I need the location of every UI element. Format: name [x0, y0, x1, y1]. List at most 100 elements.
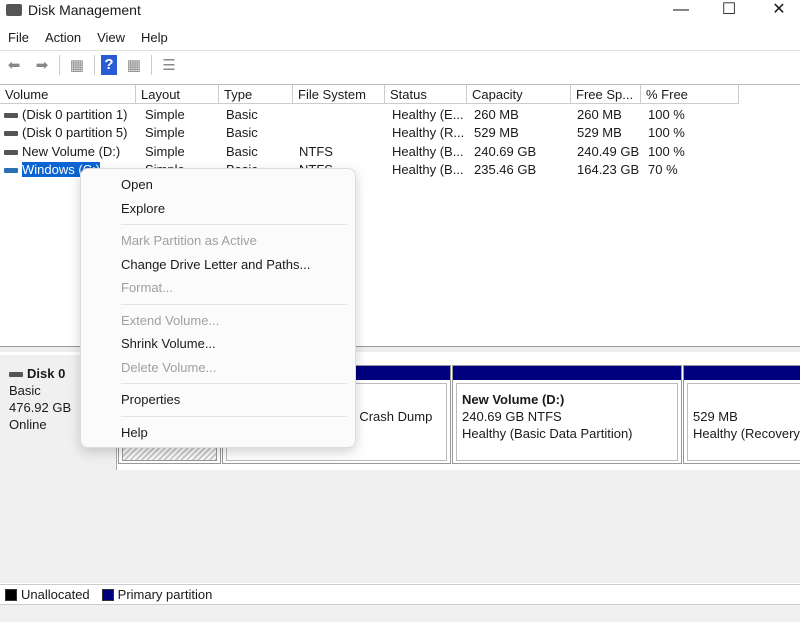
menu-action[interactable]: Action: [37, 28, 89, 48]
menu-separator: [121, 224, 347, 225]
menu-file[interactable]: File: [0, 28, 37, 48]
menu-item-properties[interactable]: Properties: [81, 388, 355, 412]
properties-list-icon[interactable]: ☰: [158, 55, 180, 75]
legend: Unallocated Primary partition: [0, 584, 800, 604]
column-header-status[interactable]: Status: [385, 85, 467, 104]
cell-layout: Simple: [145, 106, 185, 124]
cell-percent-free: 100 %: [648, 106, 685, 124]
cell-text: Basic: [226, 107, 258, 122]
menu-item-extend-volume: Extend Volume...: [81, 309, 355, 333]
menu-item-explore[interactable]: Explore: [81, 197, 355, 221]
cell-text: 235.46 GB: [474, 162, 536, 177]
minimize-button[interactable]: —: [658, 0, 704, 22]
partition-new-volume-d[interactable]: New Volume (D:) 240.69 GB NTFS Healthy (…: [452, 365, 682, 464]
disk-management-icon: [6, 4, 22, 16]
title-bar: Disk Management — ☐ ✕: [0, 0, 800, 24]
status-bar: [0, 604, 800, 622]
cell-status: Healthy (R...: [392, 124, 464, 142]
menu-bar: File Action View Help: [0, 28, 176, 48]
cell-status: Healthy (B...: [392, 143, 464, 161]
back-arrow-icon[interactable]: ⬅: [3, 55, 25, 75]
volume-icon: [4, 113, 18, 118]
unallocated-swatch: [5, 589, 17, 601]
cell-percent-free: 70 %: [648, 161, 678, 179]
column-header-volume[interactable]: Volume: [0, 85, 136, 104]
volume-icon: [4, 131, 18, 136]
volume-icon: [4, 150, 18, 155]
cell-text: 100 %: [648, 125, 685, 140]
maximize-button[interactable]: ☐: [706, 0, 752, 22]
cell-text: NTFS: [299, 144, 333, 159]
cell-file-system: NTFS: [299, 143, 333, 161]
cell-volume: New Volume (D:): [4, 143, 120, 161]
cell-text: 260 MB: [577, 107, 622, 122]
volume-icon: [4, 168, 18, 173]
column-header-free-space[interactable]: Free Sp...: [571, 85, 641, 104]
column-header-file-system[interactable]: File System: [293, 85, 385, 104]
cell-text: 240.69 GB: [474, 144, 536, 159]
cell-text: Healthy (B...: [392, 144, 464, 159]
cell-capacity: 235.46 GB: [474, 161, 536, 179]
cell-capacity: 529 MB: [474, 124, 519, 142]
forward-arrow-icon[interactable]: ➡: [31, 55, 53, 75]
menu-item-delete-volume: Delete Volume...: [81, 356, 355, 380]
cell-text: 240.49 GB: [577, 144, 639, 159]
cell-capacity: 260 MB: [474, 106, 519, 124]
toolbar-separator: [151, 55, 152, 75]
column-header-capacity[interactable]: Capacity: [467, 85, 571, 104]
menu-item-format: Format...: [81, 276, 355, 300]
toolbar-separator: [94, 55, 95, 75]
cell-text: (Disk 0 partition 5): [22, 125, 127, 140]
cell-status: Healthy (E...: [392, 106, 464, 124]
partition-recovery[interactable]: 529 MB Healthy (Recovery Partition): [683, 365, 800, 464]
partition-size: 240.69 GB NTFS: [462, 408, 672, 425]
menu-view[interactable]: View: [89, 28, 133, 48]
cell-free-space: 260 MB: [577, 106, 622, 124]
cell-volume: (Disk 0 partition 5): [4, 124, 127, 142]
cell-capacity: 240.69 GB: [474, 143, 536, 161]
help-icon[interactable]: ?: [101, 55, 117, 75]
menu-item-open[interactable]: Open: [81, 173, 355, 197]
cell-text: 529 MB: [474, 125, 519, 140]
menu-item-change-drive-letter[interactable]: Change Drive Letter and Paths...: [81, 253, 355, 277]
cell-text: 164.23 GB: [577, 162, 639, 177]
disk-icon: [9, 372, 23, 377]
cell-type: Basic: [226, 106, 258, 124]
cell-percent-free: 100 %: [648, 124, 685, 142]
legend-unallocated: Unallocated: [21, 587, 90, 602]
menu-item-shrink-volume[interactable]: Shrink Volume...: [81, 332, 355, 356]
cell-text: Simple: [145, 107, 185, 122]
cell-text: Simple: [145, 125, 185, 140]
show-action-pane-icon[interactable]: ▦: [123, 55, 145, 75]
menu-separator: [121, 383, 347, 384]
show-hide-console-tree-icon[interactable]: ▦: [66, 55, 88, 75]
cell-text: 100 %: [648, 144, 685, 159]
cell-type: Basic: [226, 124, 258, 142]
cell-text: 260 MB: [474, 107, 519, 122]
toolbar: ⬅ ➡ ▦ ? ▦ ☰: [0, 50, 800, 78]
context-menu: Open Explore Mark Partition as Active Ch…: [80, 168, 356, 448]
cell-text: (Disk 0 partition 1): [22, 107, 127, 122]
menu-help[interactable]: Help: [133, 28, 176, 48]
partition-status: Healthy (Basic Data Partition): [462, 425, 672, 442]
menu-item-mark-active: Mark Partition as Active: [81, 229, 355, 253]
cell-status: Healthy (B...: [392, 161, 464, 179]
toolbar-separator: [59, 55, 60, 75]
column-header-type[interactable]: Type: [219, 85, 293, 104]
cell-text: 100 %: [648, 107, 685, 122]
cell-text: Simple: [145, 144, 185, 159]
cell-text: New Volume (D:): [22, 144, 120, 159]
cell-text: Healthy (E...: [392, 107, 464, 122]
partition-status: Healthy (Recovery Partition): [693, 425, 800, 442]
menu-item-help[interactable]: Help: [81, 421, 355, 445]
column-header-layout[interactable]: Layout: [136, 85, 219, 104]
cell-layout: Simple: [145, 143, 185, 161]
cell-volume: (Disk 0 partition 1): [4, 106, 127, 124]
cell-percent-free: 100 %: [648, 143, 685, 161]
close-button[interactable]: ✕: [756, 0, 800, 22]
cell-type: Basic: [226, 143, 258, 161]
disk-name: Disk 0: [27, 366, 65, 381]
menu-separator: [121, 416, 347, 417]
window-title: Disk Management: [28, 2, 141, 18]
column-header-percent-free[interactable]: % Free: [641, 85, 739, 104]
